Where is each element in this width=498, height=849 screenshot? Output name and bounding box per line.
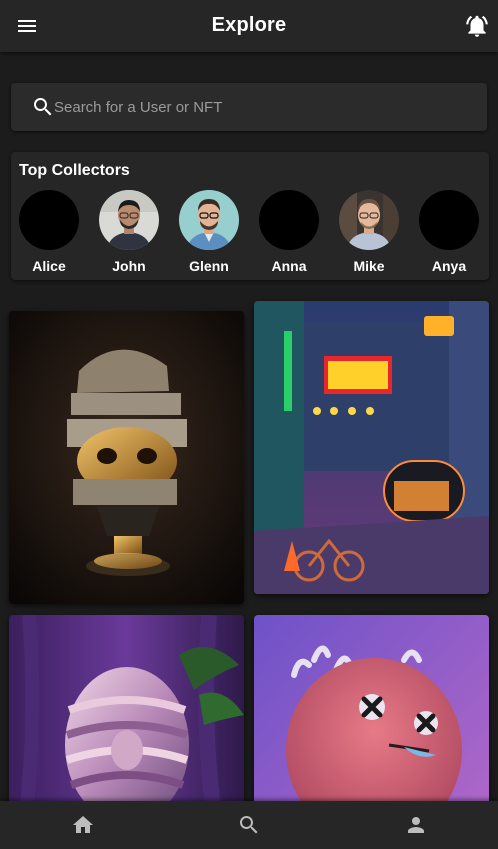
home-icon[interactable] — [71, 813, 95, 837]
top-collectors-card: Top Collectors Alice John Glenn Anna Mik… — [11, 152, 489, 280]
avatar — [339, 190, 399, 250]
person-icon[interactable] — [404, 813, 428, 837]
page-title: Explore — [211, 14, 287, 36]
explore-screen: Explore Top Collectors Alice — [0, 0, 498, 849]
nft-card[interactable] — [9, 311, 244, 604]
collector-name: John — [112, 258, 146, 274]
avatar — [259, 190, 319, 250]
collector-alice[interactable]: Alice — [9, 190, 89, 274]
search-icon — [31, 95, 55, 119]
collector-name: Alice — [32, 258, 66, 274]
search-input[interactable] — [54, 93, 474, 121]
collector-name: Anya — [431, 258, 467, 274]
collector-anya[interactable]: Anya — [409, 190, 489, 274]
collector-mike[interactable]: Mike — [329, 190, 409, 274]
collector-anna[interactable]: Anna — [249, 190, 329, 274]
top-app-bar: Explore — [0, 0, 498, 52]
search-bar — [11, 83, 487, 131]
avatar — [19, 190, 79, 250]
nft-card[interactable] — [254, 301, 489, 594]
nft-image — [254, 301, 489, 594]
bottom-navigation — [0, 801, 498, 849]
avatar — [99, 190, 159, 250]
collector-john[interactable]: John — [89, 190, 169, 274]
section-title: Top Collectors — [19, 162, 130, 179]
collector-name: Mike — [353, 258, 385, 274]
nft-image — [9, 311, 244, 604]
collector-glenn[interactable]: Glenn — [169, 190, 249, 274]
avatar — [179, 190, 239, 250]
collector-name: Anna — [271, 258, 307, 274]
notifications-active-icon[interactable] — [464, 13, 490, 39]
collector-name: Glenn — [189, 258, 229, 274]
avatar — [419, 190, 479, 250]
search-icon[interactable] — [237, 813, 261, 837]
